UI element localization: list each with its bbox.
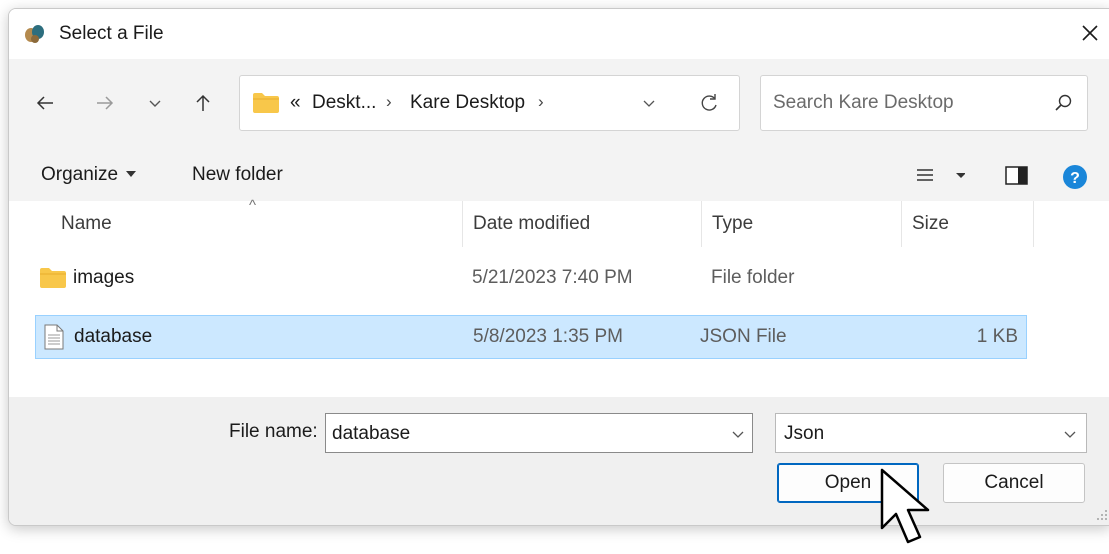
file-type-value: Json xyxy=(784,423,825,444)
title-bar: Select a File xyxy=(9,9,1109,59)
view-options-icon xyxy=(917,169,966,181)
column-divider[interactable] xyxy=(462,201,463,247)
search-icon[interactable] xyxy=(1053,92,1075,114)
column-header-size[interactable]: Size xyxy=(912,213,949,235)
search-box[interactable] xyxy=(760,75,1088,131)
column-divider[interactable] xyxy=(701,201,702,247)
organize-menu[interactable]: Organize xyxy=(41,164,137,186)
chevron-down-icon[interactable] xyxy=(638,92,660,114)
navigation-bar: « Deskt... › Kare Desktop › xyxy=(9,59,1109,151)
breadcrumb-overflow[interactable]: « xyxy=(290,92,301,114)
file-type-select[interactable]: Json xyxy=(775,413,1087,453)
resize-grip-icon[interactable] xyxy=(1094,507,1108,521)
dropdown-caret-icon xyxy=(126,171,137,177)
command-bar: Organize New folder ? xyxy=(9,151,1109,201)
address-bar[interactable]: « Deskt... › Kare Desktop › xyxy=(239,75,740,131)
file-date: 5/21/2023 7:40 PM xyxy=(472,267,633,288)
folder-icon xyxy=(40,268,66,288)
breadcrumb-separator[interactable]: › xyxy=(538,92,544,112)
file-name-label: File name: xyxy=(229,421,318,442)
column-header-date[interactable]: Date modified xyxy=(473,213,590,235)
up-arrow-icon[interactable] xyxy=(189,89,217,117)
mouse-pointer-icon xyxy=(880,468,930,544)
organize-label: Organize xyxy=(41,164,119,185)
help-icon[interactable]: ? xyxy=(1062,164,1088,190)
file-type: File folder xyxy=(711,267,795,288)
file-type: JSON File xyxy=(700,326,787,347)
file-date: 5/8/2023 1:35 PM xyxy=(473,326,623,347)
view-options-button[interactable] xyxy=(915,166,966,191)
breadcrumb-kare-desktop[interactable]: Kare Desktop xyxy=(410,92,525,114)
recent-locations-chevron-icon[interactable] xyxy=(141,89,169,117)
file-name-input[interactable] xyxy=(332,422,712,446)
breadcrumb-separator[interactable]: › xyxy=(386,92,392,112)
file-list: Name ^ Date modified Type Size images 5/… xyxy=(9,197,1109,397)
new-folder-button[interactable]: New folder xyxy=(192,164,283,186)
refresh-icon[interactable] xyxy=(696,90,722,116)
sort-indicator: ^ xyxy=(249,197,257,214)
file-name-combobox[interactable] xyxy=(325,413,753,453)
file-size: 1 KB xyxy=(976,326,1018,347)
dialog-title: Select a File xyxy=(59,23,164,44)
column-header-name[interactable]: Name xyxy=(61,213,112,235)
search-input[interactable] xyxy=(773,88,1033,118)
svg-text:?: ? xyxy=(1070,170,1080,187)
folder-icon xyxy=(253,93,279,113)
column-divider[interactable] xyxy=(901,201,902,247)
column-header-type[interactable]: Type xyxy=(712,213,753,235)
close-icon[interactable] xyxy=(1077,20,1103,46)
chevron-down-icon[interactable] xyxy=(728,424,748,444)
file-dialog: Select a File « Deskt... › Kare Desktop xyxy=(8,8,1109,526)
back-arrow-icon[interactable] xyxy=(31,89,59,117)
column-divider[interactable] xyxy=(1033,201,1034,247)
cancel-button[interactable]: Cancel xyxy=(943,463,1085,503)
file-name: images xyxy=(73,267,135,288)
json-file-icon xyxy=(44,324,64,350)
breadcrumb-desktop[interactable]: Deskt... xyxy=(312,92,376,114)
preview-pane-icon[interactable] xyxy=(1005,166,1029,186)
chevron-down-icon xyxy=(1064,431,1076,438)
file-name: database xyxy=(74,326,153,347)
file-row-images[interactable]: images 5/21/2023 7:40 PM File folder xyxy=(35,257,1027,299)
app-icon xyxy=(25,25,44,43)
column-header-row: Name ^ Date modified Type Size xyxy=(9,197,1034,247)
file-row-database[interactable]: database 5/8/2023 1:35 PM JSON File 1 KB xyxy=(35,315,1027,359)
forward-arrow-icon[interactable] xyxy=(91,89,119,117)
